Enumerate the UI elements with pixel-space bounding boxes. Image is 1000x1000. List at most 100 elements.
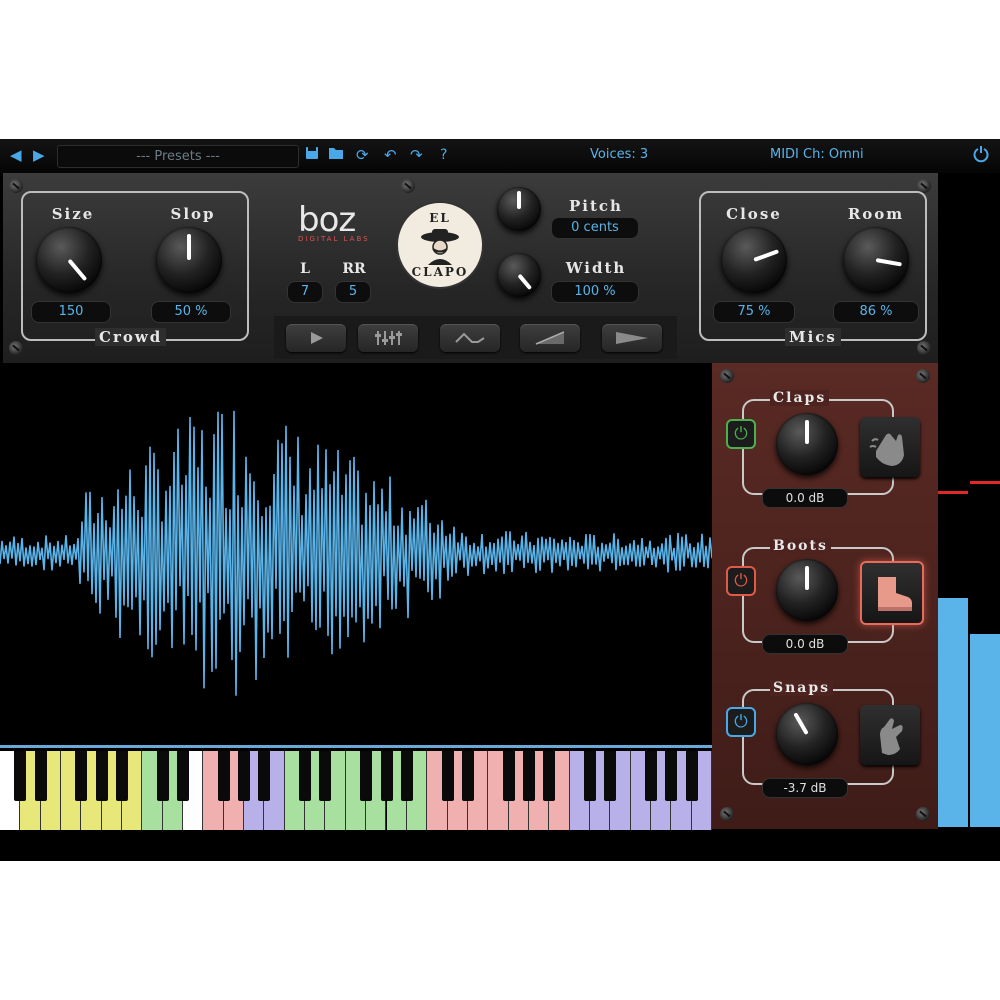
waveform-display xyxy=(0,410,712,696)
boots-knob[interactable] xyxy=(776,559,838,621)
snaps-value[interactable]: -3.7 dB xyxy=(762,778,848,798)
clap-hands-icon xyxy=(869,433,904,466)
claps-title: Claps xyxy=(770,390,830,406)
black-key[interactable] xyxy=(583,751,596,801)
help-icon[interactable]: ? xyxy=(440,146,447,164)
voices-readout: Voices: 3 xyxy=(590,147,649,162)
midi-channel-readout[interactable]: MIDI Ch: Omni xyxy=(770,147,864,162)
close-knob[interactable] xyxy=(721,227,787,293)
black-key[interactable] xyxy=(502,751,515,801)
black-key[interactable] xyxy=(14,751,27,801)
next-preset-icon[interactable]: ▶ xyxy=(33,146,45,164)
peak-marker-right xyxy=(970,481,1000,484)
rr-label: RR xyxy=(342,261,366,277)
slop-value[interactable]: 50 % xyxy=(151,301,231,323)
output-meter-right xyxy=(970,634,1000,827)
black-key[interactable] xyxy=(238,751,251,801)
snap-hand-icon xyxy=(880,718,903,755)
boots-sample-button[interactable] xyxy=(860,561,924,625)
black-key[interactable] xyxy=(400,751,413,801)
view-tabs xyxy=(274,316,677,359)
black-key[interactable] xyxy=(75,751,88,801)
el-clapo-badge: EL CLAPO xyxy=(396,201,484,289)
boots-power-button[interactable]: ⏻ xyxy=(726,566,756,596)
width-value[interactable]: 100 % xyxy=(551,281,639,303)
waveform-trace xyxy=(0,410,712,696)
folder-icon[interactable] xyxy=(328,146,344,164)
black-key[interactable] xyxy=(299,751,312,801)
black-key[interactable] xyxy=(34,751,47,801)
claps-knob[interactable] xyxy=(776,413,838,475)
slop-knob[interactable] xyxy=(156,227,222,293)
output-meter-left xyxy=(938,598,968,827)
sample-panel: Claps ⏻ 0.0 dB Boots ⏻ 0.0 dB Snaps ⏻ -3… xyxy=(712,363,938,829)
room-knob[interactable] xyxy=(843,227,909,293)
black-key[interactable] xyxy=(522,751,535,801)
black-key[interactable] xyxy=(360,751,373,801)
crowd-title: Crowd xyxy=(95,328,167,346)
claps-sample-button[interactable] xyxy=(860,417,920,477)
wedge-tab[interactable] xyxy=(602,324,662,352)
slop-label: Slop xyxy=(170,205,216,223)
claps-value[interactable]: 0.0 dB xyxy=(762,488,848,508)
screw-icon xyxy=(9,341,23,355)
width-knob[interactable] xyxy=(497,253,541,297)
save-icon[interactable] xyxy=(305,146,319,164)
redo-icon[interactable]: ↷ xyxy=(410,146,423,164)
envelope-tab[interactable] xyxy=(440,324,500,352)
boz-logo: boz DIGITAL LABS xyxy=(298,200,370,243)
size-knob[interactable] xyxy=(36,227,102,293)
black-key[interactable] xyxy=(95,751,108,801)
boots-title: Boots xyxy=(770,538,831,554)
size-value[interactable]: 150 xyxy=(31,301,111,323)
screw-icon xyxy=(916,369,930,383)
screw-icon xyxy=(720,807,734,821)
snaps-sample-button[interactable] xyxy=(860,705,920,765)
rr-value[interactable]: 5 xyxy=(335,281,371,303)
black-key[interactable] xyxy=(685,751,698,801)
black-key[interactable] xyxy=(380,751,393,801)
play-tab[interactable] xyxy=(286,324,346,352)
screw-icon xyxy=(720,369,734,383)
screw-icon xyxy=(917,341,931,355)
black-key[interactable] xyxy=(543,751,556,801)
undo-icon[interactable]: ↶ xyxy=(384,146,397,164)
size-label: Size xyxy=(51,205,95,223)
black-key[interactable] xyxy=(116,751,129,801)
claps-power-button[interactable]: ⏻ xyxy=(726,419,756,449)
black-key[interactable] xyxy=(177,751,190,801)
pitch-knob[interactable] xyxy=(497,187,541,231)
snaps-title: Snaps xyxy=(770,680,834,696)
black-key[interactable] xyxy=(644,751,657,801)
black-key[interactable] xyxy=(258,751,271,801)
snaps-power-button[interactable]: ⏻ xyxy=(726,707,756,737)
power-icon[interactable] xyxy=(972,145,990,167)
piano-keyboard[interactable] xyxy=(0,745,712,830)
black-key[interactable] xyxy=(217,751,230,801)
control-panel: Crowd Size 150 Slop 50 % boz DIGITAL LAB… xyxy=(3,173,938,364)
black-key[interactable] xyxy=(604,751,617,801)
screw-icon xyxy=(401,179,415,193)
black-key[interactable] xyxy=(156,751,169,801)
top-bar: ◀ ▶ --- Presets --- ⟳ ↶ ↷ ? Voices: 3 MI… xyxy=(0,139,1000,173)
room-value[interactable]: 86 % xyxy=(833,301,919,323)
boots-value[interactable]: 0.0 dB xyxy=(762,634,848,654)
screw-icon xyxy=(9,179,23,193)
l-label: L xyxy=(300,261,310,277)
black-key[interactable] xyxy=(441,751,454,801)
snaps-knob[interactable] xyxy=(776,703,838,765)
prev-preset-icon[interactable]: ◀ xyxy=(10,146,22,164)
ramp-tab[interactable] xyxy=(520,324,580,352)
pitch-value[interactable]: 0 cents xyxy=(551,217,639,239)
close-value[interactable]: 75 % xyxy=(713,301,795,323)
close-label: Close xyxy=(726,205,782,223)
black-key[interactable] xyxy=(461,751,474,801)
black-key[interactable] xyxy=(319,751,332,801)
l-value[interactable]: 7 xyxy=(287,281,323,303)
preset-selector[interactable]: --- Presets --- xyxy=(57,145,299,168)
black-key[interactable] xyxy=(665,751,678,801)
mixer-tab[interactable] xyxy=(358,324,418,352)
width-label: Width xyxy=(565,259,627,277)
reload-icon[interactable]: ⟳ xyxy=(356,146,369,164)
boot-icon xyxy=(878,577,912,611)
